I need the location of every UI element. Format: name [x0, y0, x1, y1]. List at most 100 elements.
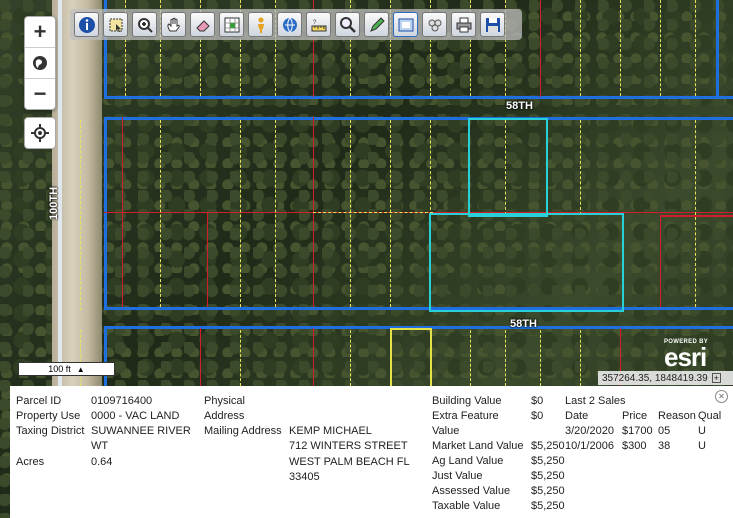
printer-icon [456, 17, 471, 32]
mailing-line-1: KEMP MICHAEL [289, 425, 372, 437]
mailing-line-3: WEST PALM BEACH FL [289, 456, 410, 468]
parcel-id-label: Parcel ID [16, 395, 62, 407]
info-tool-button[interactable] [74, 12, 99, 37]
taxing-district-label: Taxing District [16, 425, 85, 437]
parcel-line [716, 0, 719, 99]
valuation-value: $5,250 [531, 500, 565, 512]
valuation-label: Taxable Value [432, 500, 501, 512]
search-tool-button[interactable] [335, 12, 360, 37]
globe-tool-button[interactable] [277, 12, 302, 37]
globe-icon [282, 17, 297, 32]
parcel-info-panel: ✕ Parcel ID 0109716400 Property Use 0000… [10, 386, 733, 518]
mailing-line-4: 33405 [289, 471, 320, 483]
valuation-value: $0 [531, 410, 544, 422]
sale-date: 3/20/2020 [565, 425, 614, 437]
parcel-line [104, 307, 733, 310]
save-tool-button[interactable] [480, 12, 505, 37]
street-label-100th: 100TH [48, 186, 60, 220]
lot-dash [580, 330, 581, 386]
close-icon[interactable]: ✕ [715, 390, 728, 403]
property-use-label: Property Use [16, 410, 81, 422]
scale-label: 100 ft [48, 364, 71, 374]
street-label-58th: 58TH [506, 100, 533, 112]
select-tool-button[interactable] [103, 12, 128, 37]
home-globe-button[interactable] [25, 48, 55, 79]
acres-label: Acres [16, 456, 45, 468]
lot-line [122, 117, 123, 307]
street-label-58th: 58TH [510, 318, 537, 330]
layers-tool-button[interactable] [422, 12, 447, 37]
lot-dash [240, 120, 241, 307]
sale-reason: 05 [658, 425, 671, 437]
pencil-tool-button[interactable] [364, 12, 389, 37]
lot-line [660, 215, 733, 217]
valuation-label: Ag Land Value [432, 455, 504, 467]
valuation-value: $5,250 [531, 485, 565, 497]
lot-line [313, 328, 314, 386]
printer-tool-button[interactable] [451, 12, 476, 37]
valuation-value: $5,250 [531, 440, 565, 452]
parcel-line [104, 326, 107, 386]
taxing-district-value: SUWANNEE RIVER [91, 425, 191, 437]
lot-dash [80, 330, 81, 386]
print-preview-tool-button[interactable] [393, 12, 418, 37]
mailing-line-2: 712 WINTERS STREET [289, 440, 408, 452]
lot-dash [350, 120, 351, 307]
lot-dash [695, 0, 696, 96]
lot-line [540, 0, 541, 97]
lot-line [660, 215, 661, 307]
eraser-tool-button[interactable] [190, 12, 215, 37]
print-preview-icon [398, 18, 413, 31]
valuation-label: Assessed Value [432, 485, 511, 497]
sales-header-reason: Reason [658, 410, 696, 422]
lot-line [207, 212, 208, 307]
pan-tool-button[interactable] [161, 12, 186, 37]
map-toolbar: ? [70, 9, 522, 40]
lot-dash [275, 120, 276, 307]
esri-attribution: POWERED BY esri [664, 339, 708, 370]
selected-parcel[interactable] [429, 213, 624, 312]
acres-value: 0.64 [91, 456, 113, 468]
valuation-value: $0 [531, 395, 544, 407]
eraser-icon [195, 19, 210, 31]
zoom-in-tool-button[interactable] [132, 12, 157, 37]
lot-dash [695, 120, 696, 215]
mailing-address-label: Mailing Address [204, 425, 282, 437]
physical-label: Physical [204, 395, 245, 407]
info-icon [78, 16, 95, 33]
lot-dash [80, 120, 81, 310]
lot-dash [313, 212, 433, 213]
highlighted-parcel[interactable] [468, 118, 548, 217]
lot-dash [620, 0, 621, 96]
scale-arrow-icon: ▲ [76, 364, 85, 374]
parcel-line [104, 117, 733, 120]
valuation-label: Building Value [432, 395, 502, 407]
coordinate-readout: 357264.35, 1848419.39 + [598, 371, 733, 385]
property-use-value: 0000 - VAC LAND [91, 410, 180, 422]
lot-dash [240, 330, 241, 386]
sale-qual: U [698, 425, 706, 437]
expand-icon[interactable]: + [711, 373, 721, 383]
valuation-label: Value [432, 425, 460, 437]
zoom-out-button[interactable]: − [25, 79, 55, 109]
person-tool-button[interactable] [248, 12, 273, 37]
person-icon [257, 17, 264, 33]
sale-qual: U [698, 440, 706, 452]
lot-dash [350, 330, 351, 386]
zoom-in-button[interactable]: + [25, 17, 55, 48]
lot-dash [470, 330, 471, 386]
valuation-value: $5,250 [531, 455, 565, 467]
grid-select-tool-button[interactable] [219, 12, 244, 37]
last-sales-title: Last 2 Sales [565, 395, 626, 407]
lot-dash [390, 120, 391, 307]
locate-button[interactable] [24, 117, 56, 149]
zoom-in-icon [137, 17, 153, 33]
pencil-icon [369, 16, 385, 32]
taxing-district-value-cont: WT [91, 440, 109, 452]
layers-icon [428, 19, 441, 31]
sale-price: $300 [622, 440, 647, 452]
coordinate-text: 357264.35, 1848419.39 [602, 372, 708, 384]
lot-dash [695, 217, 696, 307]
measure-tool-button[interactable]: ? [306, 12, 331, 37]
lot-dash [660, 0, 661, 96]
